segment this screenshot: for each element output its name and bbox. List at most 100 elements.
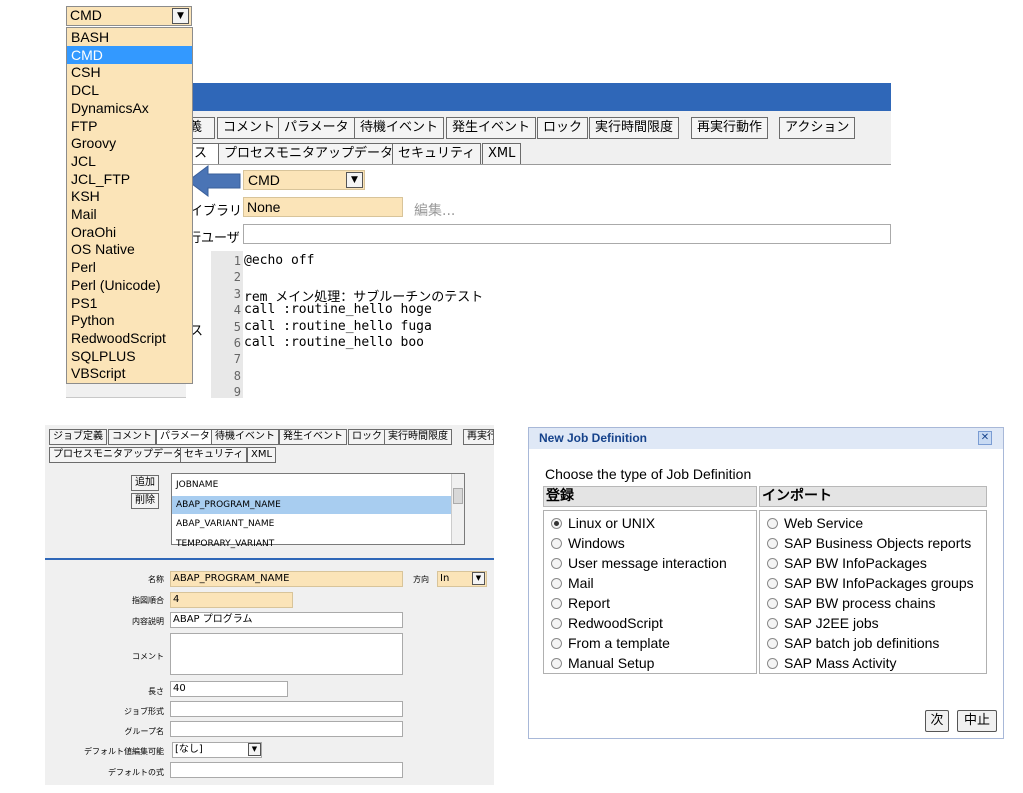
tab-process-monitor-updater[interactable]: プロセスモニタアップデータ [49,447,187,463]
delete-parameter-button[interactable]: 削除 [131,493,159,509]
code-line[interactable]: @echo off [244,253,314,268]
next-button[interactable]: 次 [925,710,949,732]
tab-parameters[interactable]: パラメータ [156,429,214,445]
job-type-option[interactable]: Windows [551,533,625,553]
chevron-down-icon[interactable]: ▼ [248,743,261,756]
radio-icon[interactable] [551,578,562,589]
group-field[interactable] [170,721,403,737]
default-editable-select[interactable]: [なし] ▼ [172,742,262,758]
job-type-option[interactable]: SAP Mass Activity [767,653,897,673]
job-type-option[interactable]: RedwoodScript [551,613,663,633]
tab-parameters[interactable]: パラメータ [278,117,355,139]
tab-actions[interactable]: アクション [779,117,856,139]
job-type-option[interactable]: SAP J2EE jobs [767,613,879,633]
radio-icon[interactable] [767,598,778,609]
scrollbar-thumb[interactable] [453,488,463,504]
radio-icon[interactable] [551,618,562,629]
job-type-option[interactable]: SAP BW InfoPackages [767,553,927,573]
tab-runtime-limits[interactable]: 実行時間限度 [384,429,452,445]
code-line[interactable]: call :routine_hello fuga [244,319,432,334]
language-option[interactable]: Mail [67,205,192,223]
cancel-button[interactable]: 中止 [957,710,997,732]
comment-field[interactable] [170,633,403,675]
job-type-option[interactable]: Manual Setup [551,653,654,673]
chevron-down-icon[interactable]: ▼ [472,572,485,585]
radio-icon[interactable] [551,598,562,609]
radio-icon[interactable] [551,518,562,529]
language-option[interactable]: CMD [67,45,192,64]
length-field[interactable]: 40 [170,681,288,697]
radio-icon[interactable] [551,658,562,669]
radio-icon[interactable] [767,578,778,589]
language-option[interactable]: KSH [67,187,192,205]
order-field[interactable]: 4 [170,592,293,608]
language-option[interactable]: RedwoodScript [67,329,192,347]
job-type-option[interactable]: Linux or UNIX [551,513,655,533]
tab-raise-events[interactable]: 発生イベント [279,429,347,445]
radio-icon[interactable] [767,618,778,629]
close-icon[interactable]: ✕ [978,431,992,445]
parameter-list-item[interactable]: ABAP_VARIANT_NAME [172,515,451,533]
code-line[interactable]: call :routine_hello boo [244,335,424,350]
parameter-list-scrollbar[interactable] [451,474,464,544]
radio-icon[interactable] [551,538,562,549]
tab-wait-events[interactable]: 待機イベント [211,429,279,445]
default-expression-field[interactable] [170,762,403,778]
parameter-list-item[interactable]: JOBNAME [172,476,451,494]
job-type-option[interactable]: Mail [551,573,594,593]
language-option[interactable]: OS Native [67,240,192,258]
job-type-option[interactable]: User message interaction [551,553,727,573]
radio-icon[interactable] [767,558,778,569]
job-type-option[interactable]: SAP batch job definitions [767,633,939,653]
language-option[interactable]: Perl (Unicode) [67,276,192,294]
language-option[interactable]: Perl [67,258,192,276]
language-option[interactable]: PS1 [67,294,192,312]
library-field[interactable]: None [243,197,403,217]
language-option[interactable]: JCL [67,152,192,170]
tab-restart[interactable]: 再実行 [463,429,494,445]
tab-raise-events[interactable]: 発生イベント [446,117,537,139]
tab-comment[interactable]: コメント [108,429,156,445]
language-option[interactable]: BASH [67,28,192,46]
tab-locks[interactable]: ロック [537,117,589,139]
language-option[interactable]: FTP [67,117,192,135]
radio-icon[interactable] [767,658,778,669]
radio-icon[interactable] [551,638,562,649]
add-parameter-button[interactable]: 追加 [131,475,159,491]
chevron-down-icon[interactable]: ▼ [172,8,189,24]
tab-job-definition[interactable]: ジョブ定義 [49,429,107,445]
job-type-option[interactable]: Web Service [767,513,863,533]
language-option[interactable]: OraOhi [67,223,192,241]
tab-runtime-limits[interactable]: 実行時間限度 [589,117,680,139]
radio-icon[interactable] [767,538,778,549]
direction-select[interactable]: In ▼ [437,571,487,587]
radio-icon[interactable] [767,638,778,649]
language-option[interactable]: SQLPLUS [67,347,192,365]
language-option[interactable]: Groovy [67,134,192,152]
radio-icon[interactable] [767,518,778,529]
parameter-list-item[interactable]: ABAP_PROGRAM_NAME [172,495,451,514]
tab-security[interactable]: セキュリティ [392,143,482,165]
definition-type-select[interactable]: CMD ▼ [243,170,365,190]
tab-comment[interactable]: コメント [217,117,282,139]
run-as-user-field[interactable] [243,224,891,244]
language-select[interactable]: CMD ▼ [66,6,192,26]
tab-process-monitor-updater[interactable]: プロセスモニタアップデータ [218,143,400,165]
edit-library-link[interactable]: 編集... [414,200,455,220]
description-field[interactable]: ABAP プログラム [170,612,403,628]
name-field[interactable]: ABAP_PROGRAM_NAME [170,571,403,587]
job-type-option[interactable]: Report [551,593,610,613]
job-type-option[interactable]: SAP Business Objects reports [767,533,971,553]
language-option[interactable]: Python [67,311,192,329]
job-type-option[interactable]: SAP BW process chains [767,593,935,613]
tab-restart-behavior[interactable]: 再実行動作 [691,117,769,139]
code-line[interactable]: call :routine_hello hoge [244,302,432,317]
tab-xml[interactable]: XML [482,143,522,165]
language-option[interactable]: CSH [67,63,192,81]
tab-locks[interactable]: ロック [348,429,386,445]
parameter-list-item[interactable]: TEMPORARY_VARIANT [172,535,451,553]
tab-security[interactable]: セキュリティ [180,447,248,463]
radio-icon[interactable] [551,558,562,569]
chevron-down-icon[interactable]: ▼ [346,172,363,188]
job-type-option[interactable]: From a template [551,633,670,653]
